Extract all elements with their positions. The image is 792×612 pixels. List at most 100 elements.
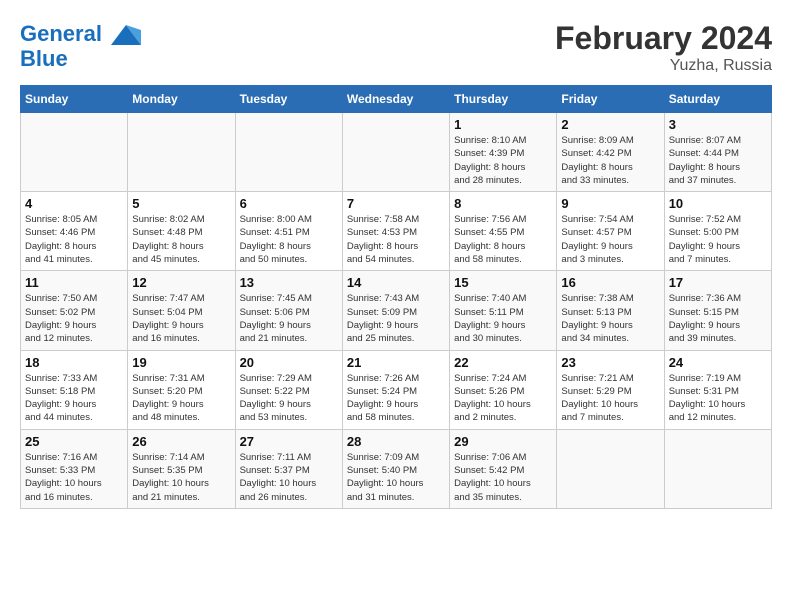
table-row: 13 Sunrise: 7:45 AM Sunset: 5:06 PM Dayli… (235, 271, 342, 350)
table-row: 11 Sunrise: 7:50 AM Sunset: 5:02 PM Dayli… (21, 271, 128, 350)
table-row: 7 Sunrise: 7:58 AM Sunset: 4:53 PM Daylig… (342, 192, 449, 271)
day-number: 6 (240, 196, 338, 211)
table-row: 26Sunrise: 7:14 AM Sunset: 5:35 PM Dayli… (128, 429, 235, 508)
table-row: 29 Sunrise: 7:06 AM Sunset: 5:42 PM Dayli… (450, 429, 557, 508)
calendar-week-row: 1 Sunrise: 8:10 AM Sunset: 4:39 PM Daylig… (21, 113, 772, 192)
table-row: 21 Sunrise: 7:26 AM Sunset: 5:24 PM Dayli… (342, 350, 449, 429)
day-number: 23 (561, 355, 659, 370)
table-row: 15 Sunrise: 7:40 AM Sunset: 5:11 PM Dayli… (450, 271, 557, 350)
table-row: 19 Sunrise: 7:31 AM Sunset: 5:20 PM Dayli… (128, 350, 235, 429)
table-row: 6 Sunrise: 8:00 AM Sunset: 4:51 PM Daylig… (235, 192, 342, 271)
day-number: 17 (669, 275, 767, 290)
day-number: 3 (669, 117, 767, 132)
day-info: Sunrise: 7:06 AM Sunset: 5:42 PM Dayligh… (454, 451, 552, 504)
table-row: 24 Sunrise: 7:19 AM Sunset: 5:31 PM Dayli… (664, 350, 771, 429)
day-info: Sunrise: 7:16 AM Sunset: 5:33 PM Dayligh… (25, 451, 123, 504)
day-info: Sunrise: 8:02 AM Sunset: 4:48 PM Dayligh… (132, 213, 230, 266)
day-info: Sunrise: 7:36 AM Sunset: 5:15 PM Dayligh… (669, 292, 767, 345)
day-info: Sunrise: 7:21 AM Sunset: 5:29 PM Dayligh… (561, 372, 659, 425)
table-row: 20 Sunrise: 7:29 AM Sunset: 5:22 PM Dayli… (235, 350, 342, 429)
day-info: Sunrise: 8:00 AM Sunset: 4:51 PM Dayligh… (240, 213, 338, 266)
day-info: Sunrise: 7:26 AM Sunset: 5:24 PM Dayligh… (347, 372, 445, 425)
day-info: Sunrise: 8:05 AM Sunset: 4:46 PM Dayligh… (25, 213, 123, 266)
calendar-week-row: 4 Sunrise: 8:05 AM Sunset: 4:46 PM Daylig… (21, 192, 772, 271)
day-info: Sunrise: 7:19 AM Sunset: 5:31 PM Dayligh… (669, 372, 767, 425)
day-number: 5 (132, 196, 230, 211)
table-row: 27 Sunrise: 7:11 AM Sunset: 5:37 PM Dayli… (235, 429, 342, 508)
day-info: Sunrise: 7:47 AM Sunset: 5:04 PM Dayligh… (132, 292, 230, 345)
day-info: Sunrise: 7:58 AM Sunset: 4:53 PM Dayligh… (347, 213, 445, 266)
day-info: Sunrise: 7:50 AM Sunset: 5:02 PM Dayligh… (25, 292, 123, 345)
day-number: 18 (25, 355, 123, 370)
calendar-week-row: 18 Sunrise: 7:33 AM Sunset: 5:18 PM Dayli… (21, 350, 772, 429)
table-row (557, 429, 664, 508)
table-row (664, 429, 771, 508)
table-row: 28Sunrise: 7:09 AM Sunset: 5:40 PM Dayli… (342, 429, 449, 508)
day-number: 7 (347, 196, 445, 211)
day-number: 13 (240, 275, 338, 290)
day-info: Sunrise: 7:29 AM Sunset: 5:22 PM Dayligh… (240, 372, 338, 425)
table-row (128, 113, 235, 192)
sub-title: Yuzha, Russia (555, 57, 772, 75)
calendar-week-row: 25Sunrise: 7:16 AM Sunset: 5:33 PM Dayli… (21, 429, 772, 508)
day-number: 22 (454, 355, 552, 370)
day-info: Sunrise: 7:24 AM Sunset: 5:26 PM Dayligh… (454, 372, 552, 425)
day-info: Sunrise: 7:31 AM Sunset: 5:20 PM Dayligh… (132, 372, 230, 425)
col-saturday: Saturday (664, 86, 771, 113)
day-number: 24 (669, 355, 767, 370)
day-number: 8 (454, 196, 552, 211)
day-number: 26 (132, 434, 230, 449)
day-info: Sunrise: 7:54 AM Sunset: 4:57 PM Dayligh… (561, 213, 659, 266)
logo-icon (111, 20, 141, 50)
table-row: 10 Sunrise: 7:52 AM Sunset: 5:00 PM Dayli… (664, 192, 771, 271)
logo: General Blue (20, 20, 141, 72)
table-row: 25Sunrise: 7:16 AM Sunset: 5:33 PM Dayli… (21, 429, 128, 508)
day-number: 2 (561, 117, 659, 132)
col-monday: Monday (128, 86, 235, 113)
day-info: Sunrise: 7:40 AM Sunset: 5:11 PM Dayligh… (454, 292, 552, 345)
table-row (235, 113, 342, 192)
day-number: 29 (454, 434, 552, 449)
day-number: 16 (561, 275, 659, 290)
table-row: 1 Sunrise: 8:10 AM Sunset: 4:39 PM Daylig… (450, 113, 557, 192)
day-number: 15 (454, 275, 552, 290)
title-block: February 2024 Yuzha, Russia (555, 20, 772, 75)
day-number: 12 (132, 275, 230, 290)
day-number: 11 (25, 275, 123, 290)
day-number: 1 (454, 117, 552, 132)
calendar-table: Sunday Monday Tuesday Wednesday Thursday… (20, 85, 772, 509)
day-info: Sunrise: 8:07 AM Sunset: 4:44 PM Dayligh… (669, 134, 767, 187)
day-number: 20 (240, 355, 338, 370)
day-number: 4 (25, 196, 123, 211)
day-number: 19 (132, 355, 230, 370)
day-info: Sunrise: 7:52 AM Sunset: 5:00 PM Dayligh… (669, 213, 767, 266)
day-number: 21 (347, 355, 445, 370)
day-number: 10 (669, 196, 767, 211)
col-friday: Friday (557, 86, 664, 113)
day-number: 14 (347, 275, 445, 290)
header: General Blue February 2024 Yuzha, Russia (20, 20, 772, 75)
table-row: 3 Sunrise: 8:07 AM Sunset: 4:44 PM Daylig… (664, 113, 771, 192)
calendar-week-row: 11 Sunrise: 7:50 AM Sunset: 5:02 PM Dayli… (21, 271, 772, 350)
table-row: 17 Sunrise: 7:36 AM Sunset: 5:15 PM Dayli… (664, 271, 771, 350)
day-number: 28 (347, 434, 445, 449)
col-thursday: Thursday (450, 86, 557, 113)
table-row: 23 Sunrise: 7:21 AM Sunset: 5:29 PM Dayli… (557, 350, 664, 429)
calendar-body: 1 Sunrise: 8:10 AM Sunset: 4:39 PM Daylig… (21, 113, 772, 509)
day-number: 27 (240, 434, 338, 449)
day-number: 9 (561, 196, 659, 211)
col-sunday: Sunday (21, 86, 128, 113)
col-wednesday: Wednesday (342, 86, 449, 113)
table-row: 18 Sunrise: 7:33 AM Sunset: 5:18 PM Dayli… (21, 350, 128, 429)
table-row: 14Sunrise: 7:43 AM Sunset: 5:09 PM Dayli… (342, 271, 449, 350)
main-title: February 2024 (555, 20, 772, 57)
table-row: 16Sunrise: 7:38 AM Sunset: 5:13 PM Dayli… (557, 271, 664, 350)
day-info: Sunrise: 7:33 AM Sunset: 5:18 PM Dayligh… (25, 372, 123, 425)
day-info: Sunrise: 7:11 AM Sunset: 5:37 PM Dayligh… (240, 451, 338, 504)
day-info: Sunrise: 8:10 AM Sunset: 4:39 PM Dayligh… (454, 134, 552, 187)
day-info: Sunrise: 7:45 AM Sunset: 5:06 PM Dayligh… (240, 292, 338, 345)
table-row: 5 Sunrise: 8:02 AM Sunset: 4:48 PM Daylig… (128, 192, 235, 271)
table-row: 9 Sunrise: 7:54 AM Sunset: 4:57 PM Daylig… (557, 192, 664, 271)
day-info: Sunrise: 8:09 AM Sunset: 4:42 PM Dayligh… (561, 134, 659, 187)
page-container: General Blue February 2024 Yuzha, Russia… (0, 0, 792, 519)
